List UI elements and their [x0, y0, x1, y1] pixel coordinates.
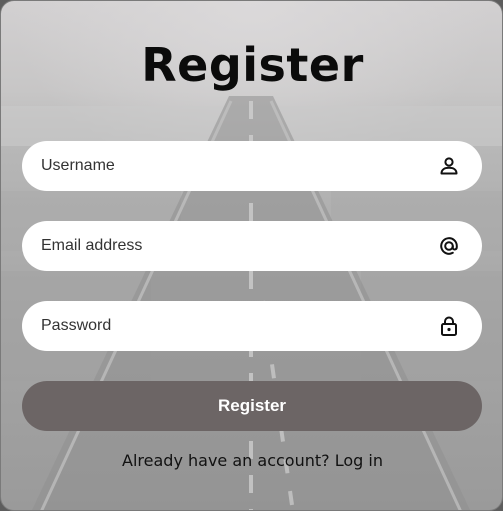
username-input[interactable] — [22, 141, 422, 191]
register-card: Register Register Alread — [0, 0, 503, 511]
at-sign-icon — [440, 237, 458, 255]
login-prompt: Already have an account? Log in — [1, 449, 502, 473]
user-icon — [440, 157, 458, 175]
login-link[interactable]: Log in — [335, 451, 383, 470]
username-field[interactable] — [22, 141, 482, 191]
password-input[interactable] — [22, 301, 422, 351]
email-input[interactable] — [22, 221, 422, 271]
page-title: Register — [141, 38, 364, 92]
password-field[interactable] — [22, 301, 482, 351]
email-field[interactable] — [22, 221, 482, 271]
lock-icon — [441, 316, 457, 336]
register-button[interactable]: Register — [22, 381, 482, 431]
login-prompt-text: Already have an account? — [122, 451, 330, 470]
register-form: Register Register Alread — [1, 1, 502, 510]
